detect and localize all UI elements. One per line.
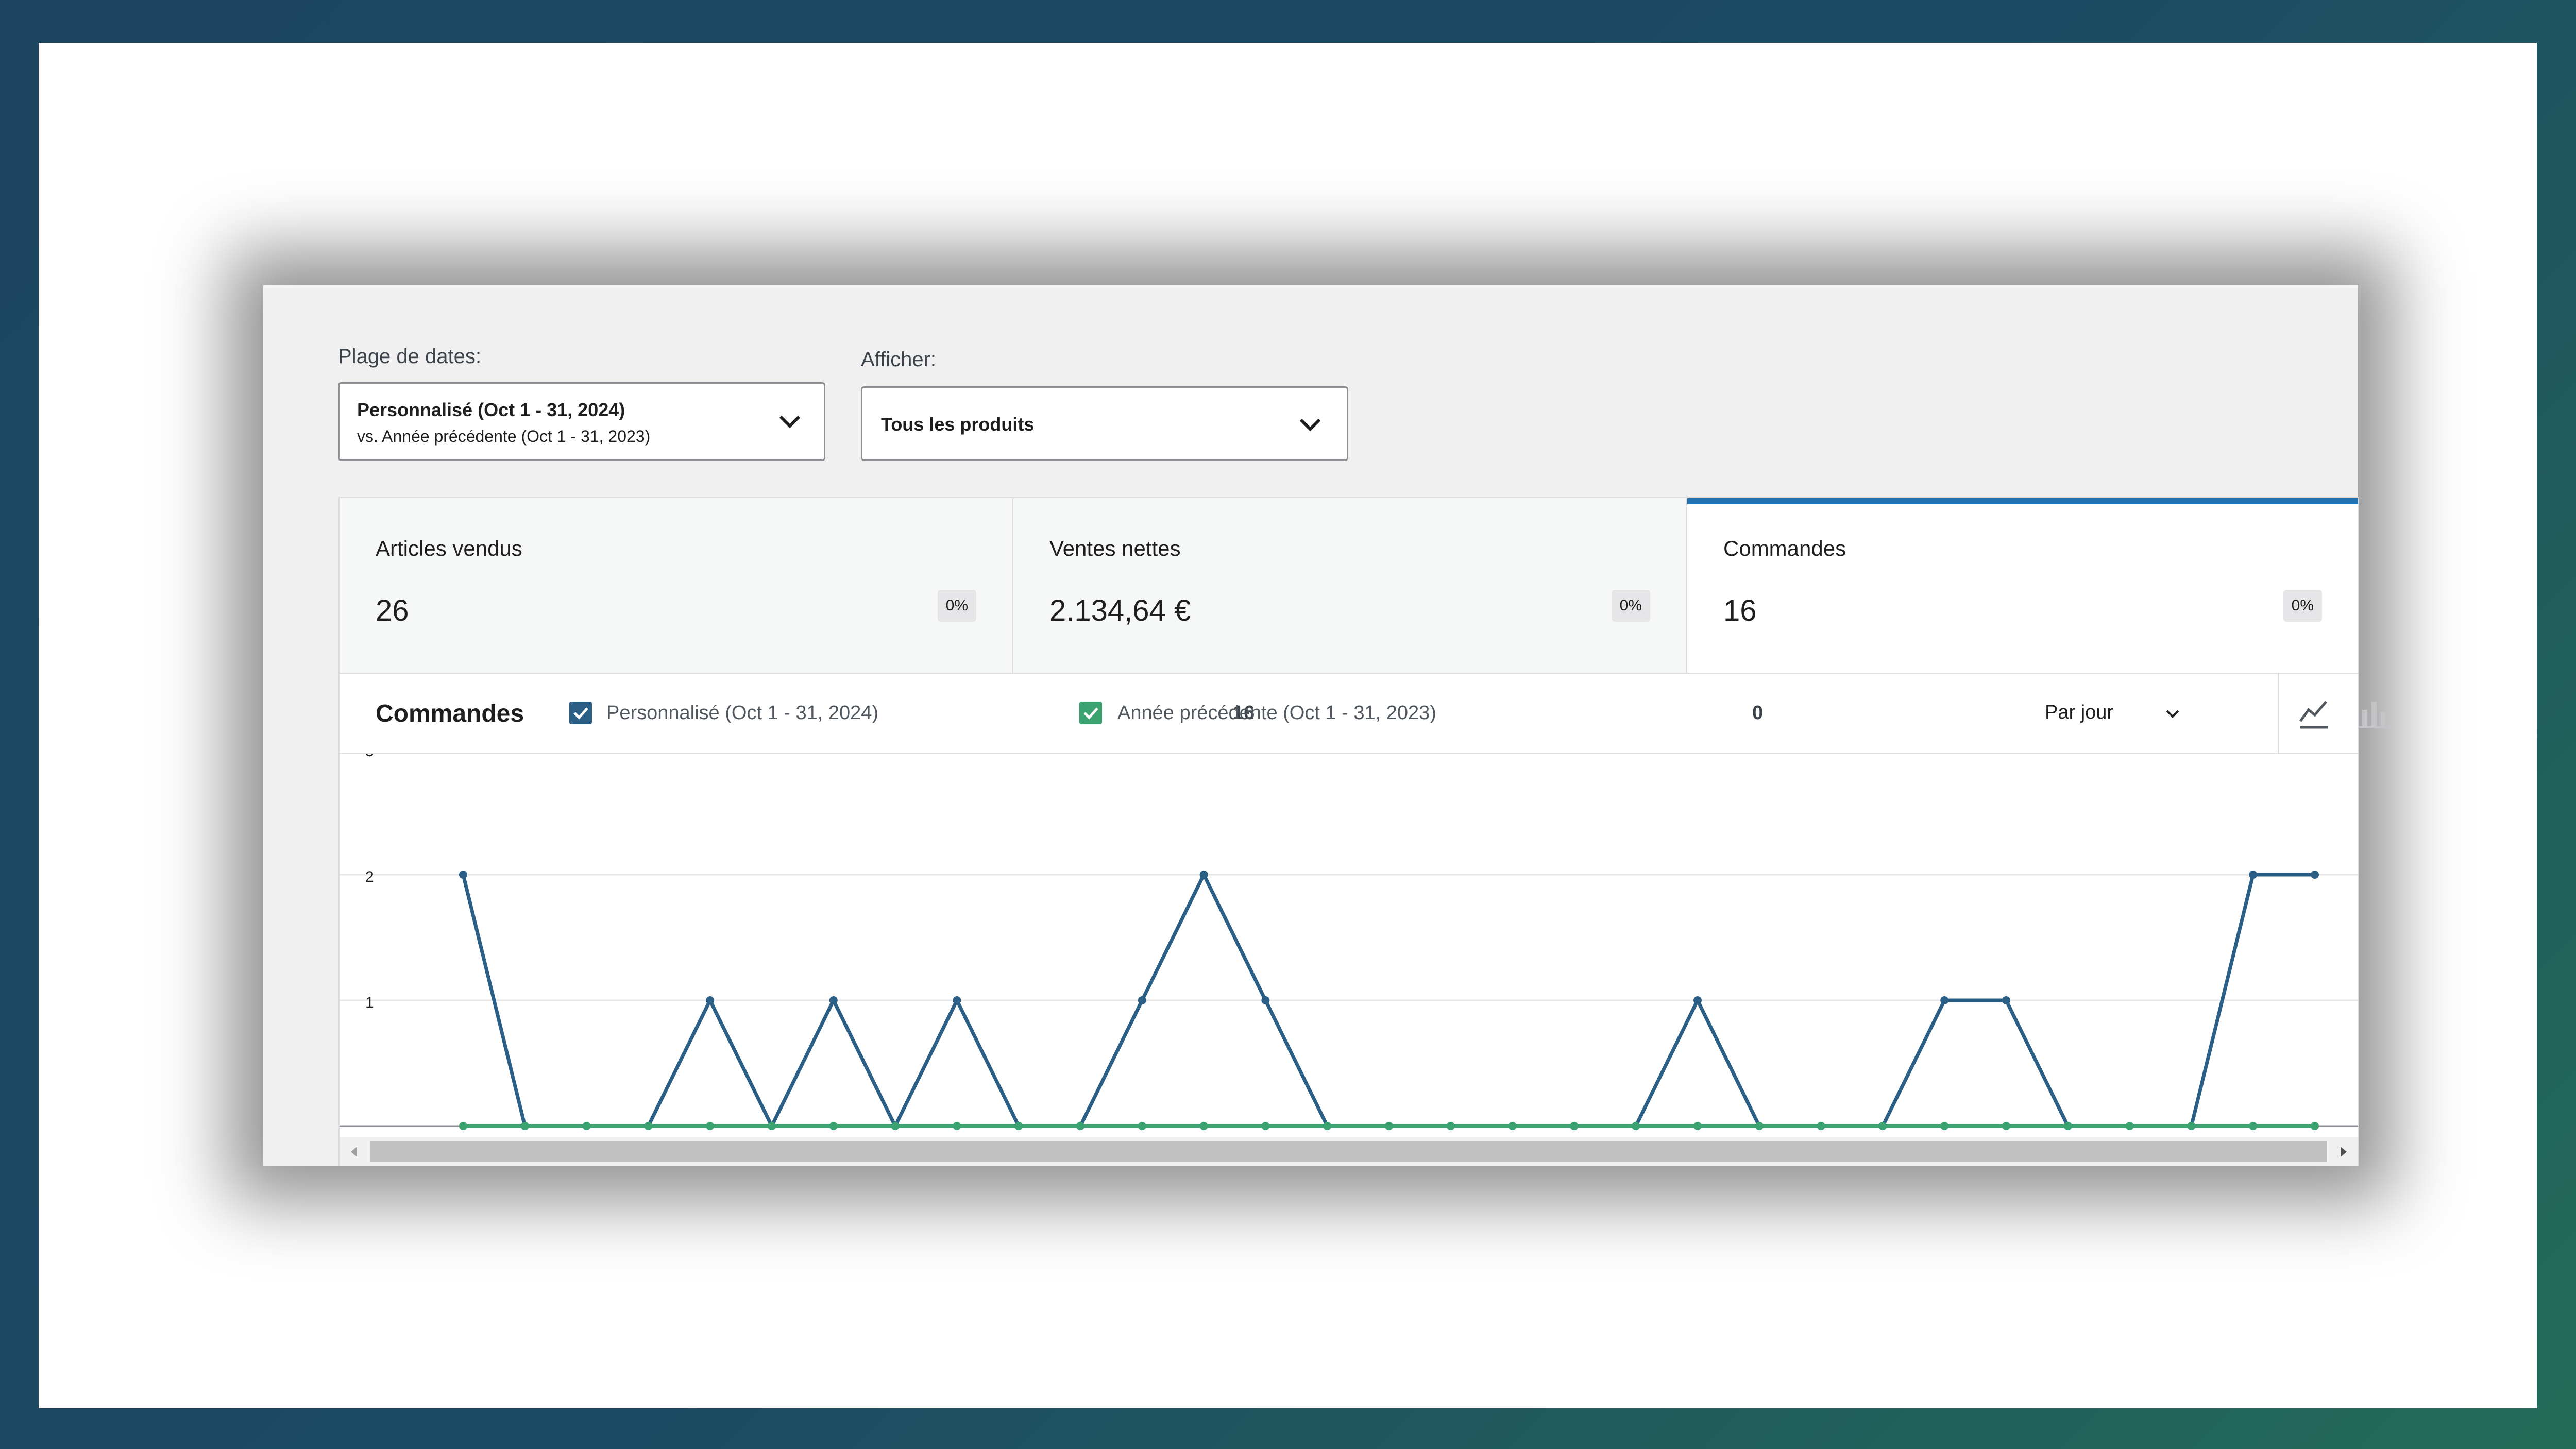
data-point: [891, 1122, 900, 1130]
data-point: [706, 1122, 715, 1130]
product-filter-value: Tous les produits: [881, 414, 1035, 435]
data-point: [459, 1122, 467, 1130]
data-point: [1014, 1122, 1023, 1130]
summary-card-orders[interactable]: Commandes 16 0%: [1687, 498, 2358, 673]
date-range-label: Plage de dates:: [338, 345, 481, 368]
summary-numbers: Articles vendus 26 0% Ventes nettes 2.13…: [338, 497, 2359, 674]
header-divider: [2278, 674, 2279, 753]
data-point: [953, 1122, 961, 1130]
data-point: [1878, 1122, 1887, 1130]
legend-checkbox-previous[interactable]: [1079, 702, 1102, 724]
date-range-secondary: vs. Année précédente (Oct 1 - 31, 2023): [357, 427, 651, 446]
data-point: [1508, 1122, 1517, 1130]
legend-label-previous: Année précédente (Oct 1 - 31, 2023): [1117, 702, 1436, 724]
data-point: [2311, 871, 2319, 879]
date-range-primary: Personnalisé (Oct 1 - 31, 2024): [357, 399, 625, 420]
summary-card-value: 16: [1723, 594, 1757, 627]
product-filter-select[interactable]: Tous les produits: [861, 386, 1348, 461]
data-point: [2125, 1122, 2134, 1130]
chevron-down-icon: [779, 415, 801, 429]
data-point: [1755, 1122, 1764, 1130]
data-point: [1693, 996, 1702, 1004]
data-point: [2063, 1122, 2072, 1130]
data-point: [1076, 1122, 1084, 1130]
analytics-panel: Plage de dates: Personnalisé (Oct 1 - 31…: [263, 285, 2389, 1166]
summary-card-label: Articles vendus: [376, 536, 522, 560]
data-point: [1940, 996, 1949, 1004]
legend-checkbox-current[interactable]: [569, 702, 592, 724]
data-point: [1446, 1122, 1455, 1130]
data-point: [829, 996, 838, 1004]
orders-line-chart: 0123135791113151719212325272931Oct 2024: [340, 754, 2358, 1137]
data-point: [1261, 1122, 1270, 1130]
summary-card-value: 26: [376, 594, 409, 627]
data-point: [1385, 1122, 1393, 1130]
data-point: [1138, 1122, 1146, 1130]
line-chart-icon[interactable]: [2297, 696, 2331, 730]
show-filter-label: Afficher:: [861, 348, 936, 371]
summary-card-articles[interactable]: Articles vendus 26 0%: [340, 498, 1013, 673]
chevron-down-icon: [2166, 710, 2179, 718]
legend-label-current: Personnalisé (Oct 1 - 31, 2024): [606, 702, 879, 724]
data-point: [520, 1122, 529, 1130]
data-point: [1323, 1122, 1332, 1130]
data-point: [2002, 996, 2010, 1004]
data-point: [1632, 1122, 1640, 1130]
data-point: [582, 1122, 591, 1130]
legend-total-previous: 0: [1752, 702, 1764, 724]
data-point: [2311, 1122, 2319, 1130]
chart-scrollbar[interactable]: [340, 1137, 2358, 1166]
data-point: [1693, 1122, 1702, 1130]
data-point: [2249, 871, 2258, 879]
scroll-thumb[interactable]: [370, 1141, 2327, 1162]
checkmark-icon: [573, 707, 588, 720]
data-point: [1261, 996, 1270, 1004]
screenshot-frame: Plage de dates: Personnalisé (Oct 1 - 31…: [39, 43, 2537, 1408]
data-point: [829, 1122, 838, 1130]
chart-header: Commandes Personnalisé (Oct 1 - 31, 2024…: [340, 674, 2389, 754]
summary-card-label: Ventes nettes: [1049, 536, 1181, 560]
interval-select[interactable]: Par jour: [2045, 698, 2184, 729]
delta-badge: 0%: [2283, 590, 2322, 622]
summary-card-label: Commandes: [1723, 536, 1846, 560]
data-point: [2002, 1122, 2010, 1130]
data-point: [2187, 1122, 2196, 1130]
data-point: [2249, 1122, 2258, 1130]
data-point: [1570, 1122, 1579, 1130]
chart-title: Commandes: [376, 700, 524, 727]
chevron-down-icon: [1299, 418, 1321, 432]
date-range-select[interactable]: Personnalisé (Oct 1 - 31, 2024) vs. Anné…: [338, 382, 825, 461]
data-point: [1940, 1122, 1949, 1130]
data-point: [953, 996, 961, 1004]
data-point: [768, 1122, 776, 1130]
data-point: [644, 1122, 653, 1130]
data-point: [1199, 871, 1208, 879]
delta-badge: 0%: [1611, 590, 1650, 622]
y-tick-label: 1: [365, 994, 374, 1011]
summary-card-net-sales[interactable]: Ventes nettes 2.134,64 € 0%: [1013, 498, 1687, 673]
data-point: [1817, 1122, 1825, 1130]
data-point: [1199, 1122, 1208, 1130]
scroll-right-icon[interactable]: [2337, 1146, 2350, 1158]
data-point: [1138, 996, 1146, 1004]
interval-value: Par jour: [2045, 702, 2114, 723]
chart-container: Commandes Personnalisé (Oct 1 - 31, 2024…: [338, 674, 2389, 1166]
data-point: [459, 871, 467, 879]
y-tick-label: 3: [365, 754, 374, 760]
checkmark-icon: [1083, 707, 1098, 720]
summary-card-value: 2.134,64 €: [1049, 594, 1191, 627]
bar-chart-icon[interactable]: [2357, 696, 2391, 730]
scroll-left-icon[interactable]: [348, 1146, 360, 1158]
data-point: [706, 996, 715, 1004]
y-tick-label: 2: [365, 868, 374, 885]
delta-badge: 0%: [937, 590, 976, 622]
